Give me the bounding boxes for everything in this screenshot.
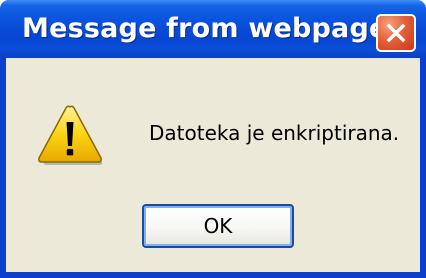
close-button[interactable] <box>376 14 416 52</box>
close-icon <box>386 23 406 43</box>
dialog-body: Datoteka je enkriptirana. OK <box>6 58 420 272</box>
dialog-title: Message from webpage <box>22 13 388 44</box>
title-bar[interactable]: Message from webpage <box>0 0 426 58</box>
warning-icon <box>38 105 103 165</box>
message-dialog: Message from webpage Datoteka je enkript… <box>0 0 426 278</box>
ok-button[interactable]: OK <box>142 204 294 248</box>
dialog-message: Datoteka je enkriptirana. <box>149 121 400 145</box>
